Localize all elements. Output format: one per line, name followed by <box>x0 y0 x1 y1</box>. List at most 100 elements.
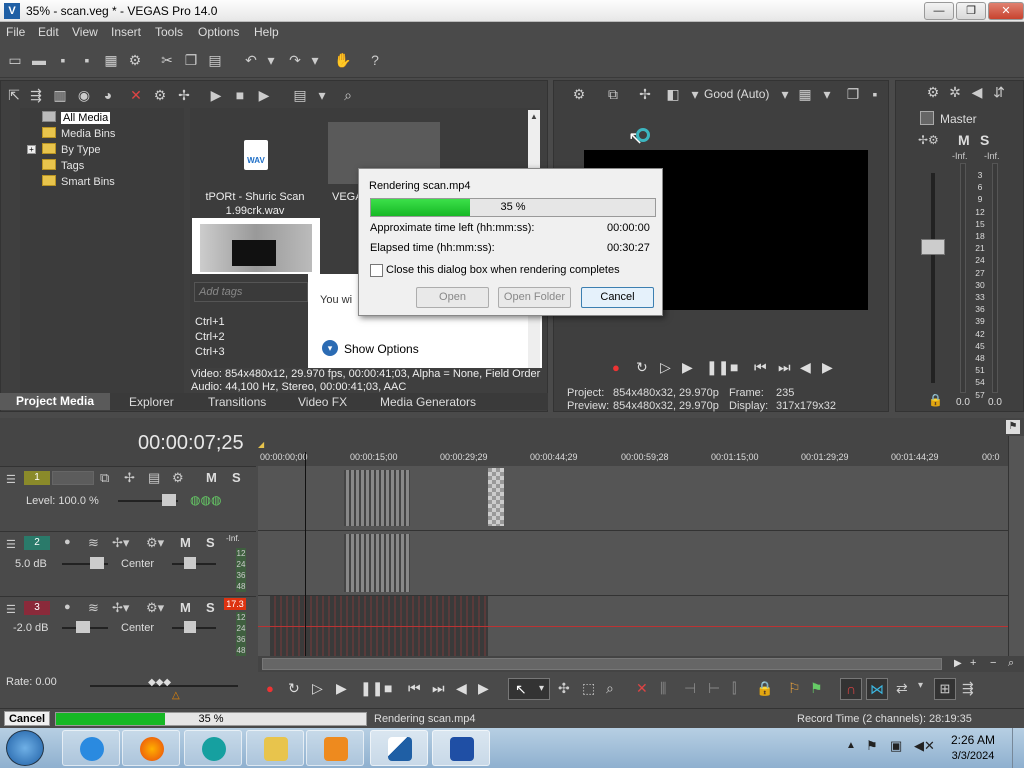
play-icon[interactable]: ▶ <box>207 86 225 104</box>
quality-dropdown-icon[interactable]: ▾ <box>776 85 794 103</box>
track-audio-fx-icon[interactable]: ✢▾ <box>112 600 129 616</box>
save-snapshot-icon[interactable]: ▪ <box>866 85 884 103</box>
snapping-magnet-icon[interactable]: ∩ <box>840 678 862 700</box>
taskbar-app-teal[interactable] <box>184 730 242 766</box>
auto-preview-icon[interactable]: ▶ <box>255 86 273 104</box>
record-icon[interactable]: ● <box>612 360 620 375</box>
tab-media-generators[interactable]: Media Generators <box>380 395 476 409</box>
record-icon[interactable]: ● <box>266 681 274 696</box>
close-when-done-checkbox[interactable] <box>370 264 383 277</box>
save-as-icon[interactable]: ▪ <box>78 51 96 69</box>
trim-end-icon[interactable]: ⊢ <box>708 680 720 697</box>
video-clip-event[interactable] <box>344 470 410 526</box>
tab-video-fx[interactable]: Video FX <box>298 395 347 409</box>
play-from-start-icon[interactable]: ▷ <box>660 359 671 376</box>
clock-time[interactable]: 2:26 AM <box>950 733 996 747</box>
track-solo-button[interactable]: S <box>206 535 215 550</box>
playhead-cursor[interactable] <box>305 452 306 656</box>
go-to-end-icon[interactable]: ⏭ <box>778 359 791 376</box>
paste-icon[interactable]: ▤ <box>206 51 224 69</box>
tree-all-media[interactable]: All Media <box>42 111 111 125</box>
tab-explorer[interactable]: Explorer <box>129 395 174 409</box>
overlays-grid-icon[interactable]: ▦ <box>796 85 814 103</box>
open-button[interactable]: Open <box>416 287 489 308</box>
split-screen-icon[interactable]: ✢ <box>636 85 654 103</box>
track-collapse-icon[interactable]: ☰ <box>6 603 16 616</box>
track-solo-button[interactable]: S <box>206 600 215 615</box>
taskbar-render-monitor[interactable] <box>432 730 490 766</box>
tree-media-bins[interactable]: Media Bins <box>42 127 115 141</box>
taskbar-media-player[interactable] <box>306 730 364 766</box>
volume-muted-icon[interactable]: ◀✕ <box>914 738 935 754</box>
timeline-horizontal-scroll[interactable]: ▶ + − ⌕ <box>258 656 1024 672</box>
timeline-vertical-scrollbar[interactable] <box>1008 436 1024 656</box>
track-gear-icon[interactable]: ⚙▾ <box>146 600 164 616</box>
track-audio-fx-icon[interactable]: ✢▾ <box>112 535 129 551</box>
track-peak-indicator[interactable]: 17.3 <box>224 598 246 610</box>
speaker-icon[interactable]: ◀ <box>968 83 986 101</box>
go-to-start-icon[interactable]: ⏮ <box>408 680 421 697</box>
track-composite-mode-icon[interactable]: ◍◍◍ <box>190 493 221 507</box>
zoom-out-icon[interactable]: − <box>990 657 996 669</box>
ripple-dropdown-icon[interactable]: ▾ <box>918 680 923 691</box>
taskbar-firefox[interactable] <box>122 730 180 766</box>
track-header-video-1[interactable]: ☰ 1 ⧉ ✢ ▤ ⚙ M S Level: 100.0 % ◍◍◍ <box>0 466 256 530</box>
new-project-icon[interactable]: ▭ <box>6 51 24 69</box>
track-header-audio-3[interactable]: ☰ 3 ● ≋ ✢▾ ⚙▾ M S 17.3 -2.0 dB Center 12… <box>0 596 256 656</box>
media-fx-plug-icon[interactable]: ✢ <box>175 86 193 104</box>
network-icon[interactable]: ▣ <box>890 738 902 754</box>
tree-tags[interactable]: Tags <box>42 159 84 173</box>
menu-view[interactable]: View <box>72 25 98 39</box>
media-capture-icon[interactable]: ▥ <box>51 86 69 104</box>
delete-icon[interactable]: ✕ <box>636 680 648 697</box>
pause-icon[interactable]: ❚❚ <box>706 359 729 376</box>
track-record-arm-icon[interactable]: ● <box>64 601 71 613</box>
volume-slider-handle[interactable] <box>90 557 104 569</box>
zoom-search-icon[interactable]: ⌕ <box>1008 657 1014 670</box>
taskbar-internet-explorer[interactable] <box>62 730 120 766</box>
marker-icon[interactable]: ⚐ <box>788 680 801 697</box>
volume-slider-handle[interactable] <box>76 621 90 633</box>
timeline-tracks-area[interactable] <box>258 452 1008 656</box>
go-to-start-icon[interactable]: ⏮ <box>754 359 767 376</box>
properties-gear-icon[interactable]: ⚙ <box>126 51 144 69</box>
track-gear-icon[interactable]: ⚙ <box>172 470 184 486</box>
track-collapse-icon[interactable]: ☰ <box>6 473 16 486</box>
wav-file-icon[interactable]: WAV <box>244 140 268 170</box>
open-folder-button[interactable]: Open Folder <box>498 287 571 308</box>
taskbar-explorer[interactable] <box>246 730 304 766</box>
next-frame-icon[interactable]: ▶ <box>822 359 833 376</box>
track-gear-icon[interactable]: ⚙▾ <box>146 535 164 551</box>
region-icon[interactable]: ⚑ <box>810 680 823 697</box>
whats-this-help-icon[interactable]: ? <box>366 51 384 69</box>
menu-file[interactable]: File <box>6 25 25 39</box>
taskbar-vegas-pro[interactable] <box>370 730 428 766</box>
track-solo-button[interactable]: S <box>232 470 241 485</box>
next-frame-icon[interactable]: ▶ <box>478 680 489 697</box>
lock-icon[interactable]: 🔒 <box>928 393 943 407</box>
track-collapse-icon[interactable]: ☰ <box>6 538 16 551</box>
trim-start-icon[interactable]: ⊣ <box>684 680 696 697</box>
maximize-button[interactable]: ❐ <box>956 2 986 20</box>
pan-slider-handle[interactable] <box>184 621 196 633</box>
media-search-icon[interactable]: ◉ <box>75 86 93 104</box>
selection-tool-icon[interactable]: ⬚ <box>582 680 595 697</box>
open-icon[interactable]: ▬ <box>30 51 48 69</box>
clock-date[interactable]: 3/3/2024 <box>946 750 1000 762</box>
show-desktop-button[interactable] <box>1012 728 1024 768</box>
track-name-field[interactable] <box>52 471 94 485</box>
master-fader-handle[interactable] <box>921 239 945 255</box>
pan-slider-handle[interactable] <box>184 557 196 569</box>
volume-envelope-line[interactable] <box>258 626 1008 627</box>
marker-bar-icon[interactable]: ⚑ <box>1006 420 1020 434</box>
close-button[interactable]: ✕ <box>988 2 1024 20</box>
preview-gear-icon[interactable]: ⚙ <box>570 85 588 103</box>
start-button[interactable] <box>6 730 44 766</box>
chevron-down-icon[interactable]: ▾ <box>322 340 338 356</box>
redo-icon[interactable]: ↷ <box>286 51 304 69</box>
lock-icon[interactable]: 🔒 <box>756 680 773 697</box>
cut-icon[interactable]: ✂ <box>158 51 176 69</box>
track-envelope-icon[interactable]: ≋ <box>88 535 99 551</box>
preview-fx-dropdown-icon[interactable]: ▾ <box>686 85 704 103</box>
scroll-up-icon[interactable]: ▲ <box>530 112 538 121</box>
